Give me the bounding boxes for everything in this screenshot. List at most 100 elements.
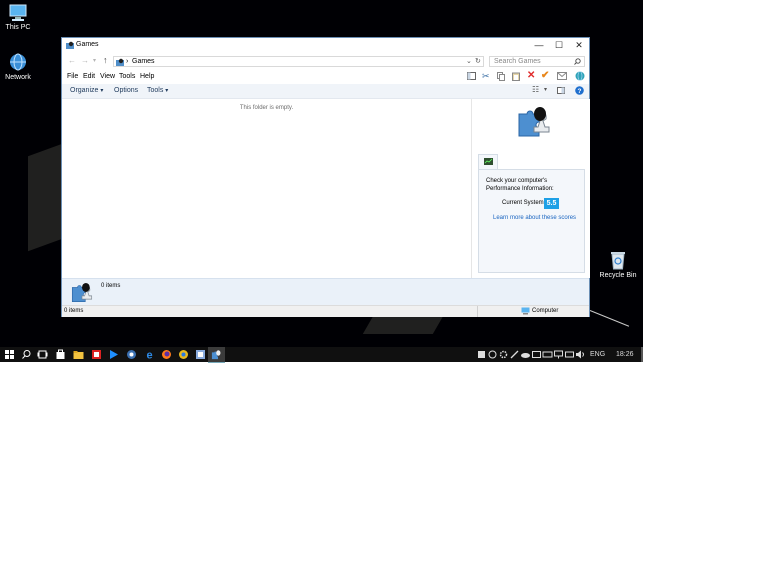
- up-arrow-icon[interactable]: ↑: [103, 55, 108, 65]
- search-box[interactable]: Search Games: [489, 56, 585, 67]
- organize-button[interactable]: Organize ▾: [70, 87, 103, 94]
- menu-file[interactable]: File: [67, 73, 78, 80]
- desktop-icon-label: This PC: [5, 24, 31, 31]
- desktop-icon-this-pc[interactable]: This PC: [0, 4, 38, 31]
- maximize-button[interactable]: ☐: [548, 38, 570, 53]
- games-window: Games — ☐ ✕ ← → ▾ ↑ › Games ⌄ ↻ Search G…: [61, 37, 590, 317]
- learn-more-link[interactable]: Learn more about these scores: [493, 215, 576, 221]
- status-location: Computer: [532, 308, 559, 314]
- language-indicator[interactable]: ENG: [590, 349, 605, 360]
- tray-app-icon[interactable]: [476, 349, 487, 360]
- details-item-count: 0 items: [101, 283, 121, 289]
- media-player-icon[interactable]: [108, 349, 119, 360]
- active-games-taskbar-button[interactable]: [208, 347, 225, 363]
- breadcrumb-games[interactable]: Games: [132, 57, 155, 67]
- cut-icon[interactable]: ✂: [482, 71, 490, 82]
- status-divider: [477, 306, 478, 317]
- app-icon[interactable]: [195, 349, 206, 360]
- games-folder-icon: [116, 58, 124, 66]
- games-info-pane: Check your computer's Performance Inform…: [471, 99, 590, 278]
- mail-icon[interactable]: [557, 72, 567, 80]
- help-icon[interactable]: ?: [575, 86, 584, 95]
- minimize-icon: —: [534, 40, 544, 50]
- wallpaper-streak: [589, 310, 630, 327]
- address-dropdown-icon[interactable]: ⌄: [466, 57, 472, 67]
- status-item-count: 0 items: [64, 308, 84, 314]
- tray-tools-icon[interactable]: [509, 349, 520, 360]
- view-dropdown-icon[interactable]: ▾: [544, 86, 547, 93]
- network-icon: [10, 53, 26, 71]
- search-icon[interactable]: [21, 349, 32, 360]
- refresh-icon[interactable]: ↻: [475, 57, 481, 67]
- games-puzzle-chess-icon: [71, 282, 93, 303]
- options-button[interactable]: Options: [114, 87, 138, 94]
- file-list-area[interactable]: This folder is empty.: [62, 99, 471, 278]
- tools-label: Tools: [147, 87, 164, 94]
- edge-icon[interactable]: e: [144, 349, 155, 361]
- close-button[interactable]: ✕: [568, 38, 590, 53]
- show-desktop-button[interactable]: [641, 347, 643, 362]
- store-icon[interactable]: [55, 349, 66, 360]
- menu-help[interactable]: Help: [140, 73, 154, 80]
- computer-icon: [521, 307, 530, 315]
- menu-tools[interactable]: Tools: [119, 73, 135, 80]
- media-app-icon[interactable]: [91, 349, 102, 360]
- search-icon: [574, 58, 581, 65]
- computer-icon: [9, 4, 27, 21]
- breadcrumb-separator: ›: [126, 58, 129, 65]
- preview-pane-icon[interactable]: [557, 87, 565, 94]
- close-icon: ✕: [575, 40, 583, 50]
- games-folder-icon: [66, 41, 74, 49]
- empty-folder-text: This folder is empty.: [239, 105, 294, 111]
- current-system-label: Current System: [502, 200, 544, 206]
- network-icon[interactable]: [553, 349, 564, 360]
- desktop-icon-label: Recycle Bin: [599, 272, 637, 279]
- wallpaper-shape: [28, 143, 62, 252]
- view-options-icon[interactable]: ☷: [532, 85, 539, 94]
- tray-grid-icon[interactable]: [531, 349, 542, 360]
- organize-label: Organize: [70, 87, 99, 94]
- tray-gear-icon[interactable]: [498, 349, 509, 360]
- title-bar[interactable]: Games — ☐ ✕: [62, 38, 589, 53]
- chrome-icon[interactable]: [178, 349, 189, 360]
- tools-button[interactable]: Tools ▾: [147, 87, 168, 94]
- games-puzzle-chess-icon: [518, 107, 550, 137]
- menu-edit[interactable]: Edit: [83, 73, 95, 80]
- svg-text:?: ?: [578, 88, 582, 95]
- firefox-icon[interactable]: [161, 349, 172, 360]
- chevron-down-icon: ▾: [100, 88, 104, 94]
- windows-start-icon[interactable]: [4, 349, 15, 360]
- back-arrow-icon[interactable]: ←: [68, 56, 76, 65]
- clock[interactable]: 18:26: [616, 349, 634, 360]
- paste-icon[interactable]: [512, 72, 520, 81]
- desktop-icon-recycle-bin[interactable]: Recycle Bin: [598, 250, 638, 279]
- menu-view[interactable]: View: [100, 73, 115, 80]
- volume-icon[interactable]: [575, 349, 586, 360]
- onedrive-cloud-icon[interactable]: [520, 349, 531, 360]
- globe-icon[interactable]: [575, 71, 585, 81]
- layout-pane-icon[interactable]: [467, 72, 476, 80]
- copy-icon[interactable]: [497, 72, 505, 81]
- games-puzzle-chess-icon: [211, 350, 221, 360]
- tray-keyboard-icon[interactable]: [542, 349, 553, 360]
- minimize-button[interactable]: —: [528, 38, 550, 53]
- tray-sync-icon[interactable]: [487, 349, 498, 360]
- command-bar: Organize ▾ Options Tools ▾ ☷ ▾ ?: [62, 84, 589, 99]
- tray-display-icon[interactable]: [564, 349, 575, 360]
- task-view-icon[interactable]: [37, 349, 48, 360]
- performance-tab[interactable]: [478, 154, 498, 169]
- maximize-icon: ☐: [554, 40, 564, 50]
- svg-text:e: e: [146, 350, 152, 361]
- details-pane: 0 items: [62, 278, 589, 306]
- forward-arrow-icon[interactable]: →: [81, 56, 89, 65]
- app-icon[interactable]: [126, 349, 137, 360]
- performance-score-badge[interactable]: 5.5: [544, 198, 559, 209]
- recent-locations-icon[interactable]: ▾: [93, 57, 96, 64]
- address-bar[interactable]: › Games ⌄ ↻: [113, 56, 484, 67]
- file-explorer-icon[interactable]: [73, 349, 84, 360]
- performance-panel: Check your computer's Performance Inform…: [478, 169, 585, 273]
- delete-icon[interactable]: ✕: [527, 70, 535, 81]
- desktop-icon-network[interactable]: Network: [0, 52, 38, 81]
- wallpaper-shape: [362, 316, 444, 334]
- properties-check-icon[interactable]: ✔: [541, 70, 549, 81]
